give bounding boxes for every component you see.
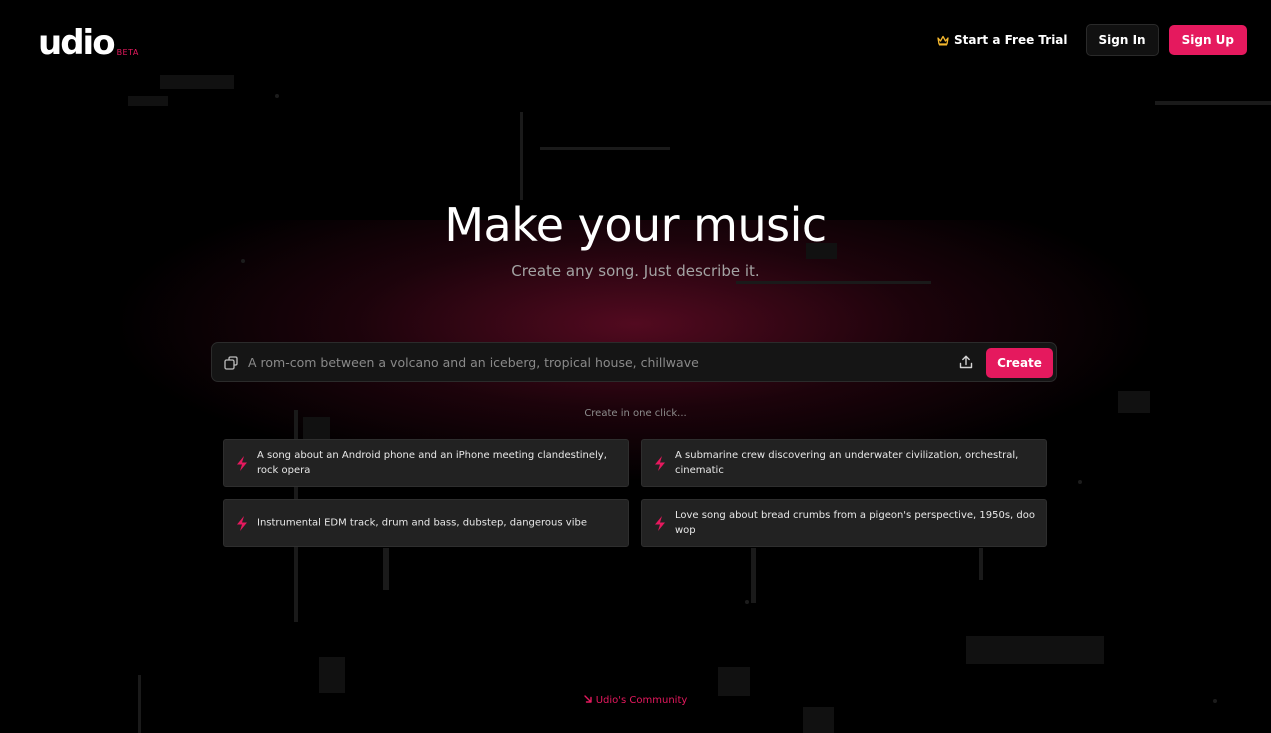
background-line: [736, 281, 931, 284]
suggestion-card[interactable]: Love song about bread crumbs from a pige…: [641, 499, 1047, 547]
background-line: [520, 112, 523, 200]
page-subtitle: Create any song. Just describe it.: [511, 262, 760, 280]
background-tile: [128, 96, 168, 106]
shuffle-icon[interactable]: [223, 355, 239, 371]
arrow-down-right-icon: [584, 695, 592, 703]
logo-wordmark: udio: [38, 23, 116, 63]
background-tile: [966, 636, 1104, 664]
one-click-label: Create in one click...: [584, 408, 687, 419]
suggestion-card[interactable]: A song about an Android phone and an iPh…: [223, 439, 629, 487]
background-dot: [745, 600, 749, 604]
bolt-icon: [652, 455, 668, 472]
bolt-icon: [652, 515, 668, 532]
background-tile: [718, 667, 750, 696]
background-dot: [275, 94, 279, 98]
bolt-icon: [234, 515, 250, 532]
page-title: Make your music: [444, 198, 827, 252]
suggestion-text: A song about an Android phone and an iPh…: [257, 450, 607, 476]
udio-logo[interactable]: udio BETA: [38, 20, 139, 60]
background-line: [540, 147, 670, 150]
crown-icon: [937, 35, 949, 46]
background-dot: [1078, 480, 1082, 484]
background-line: [1155, 101, 1271, 105]
prompt-input[interactable]: [248, 343, 938, 381]
sign-up-button[interactable]: Sign Up: [1168, 25, 1247, 55]
prompt-bar: Create: [211, 342, 1057, 382]
create-button[interactable]: Create: [986, 348, 1053, 378]
background-tile: [303, 417, 330, 439]
background-line: [383, 548, 389, 590]
community-link[interactable]: Udio's Community: [0, 695, 1271, 706]
header-actions: Start a Free Trial Sign In Sign Up: [937, 24, 1247, 56]
page: udio BETA Start a Free Trial Sign In Sig…: [0, 0, 1271, 733]
suggestion-text: Love song about bread crumbs from a pige…: [675, 510, 1035, 536]
suggestion-text: A submarine crew discovering an underwat…: [675, 450, 1019, 476]
sign-in-button[interactable]: Sign In: [1085, 24, 1159, 56]
background-tile: [803, 707, 834, 733]
bolt-icon: [234, 455, 250, 472]
background-line: [979, 548, 983, 580]
suggestion-text: Instrumental EDM track, drum and bass, d…: [257, 517, 587, 529]
community-label: Udio's Community: [595, 695, 688, 706]
start-free-trial-link[interactable]: Start a Free Trial: [937, 33, 1068, 47]
suggestion-card[interactable]: Instrumental EDM track, drum and bass, d…: [223, 499, 629, 547]
background-tile: [160, 75, 234, 89]
background-tile: [319, 657, 345, 693]
beta-badge: BETA: [116, 48, 139, 57]
suggestion-card[interactable]: A submarine crew discovering an underwat…: [641, 439, 1047, 487]
start-free-trial-label: Start a Free Trial: [954, 33, 1068, 47]
background-line: [751, 548, 756, 603]
upload-icon[interactable]: [958, 354, 974, 370]
